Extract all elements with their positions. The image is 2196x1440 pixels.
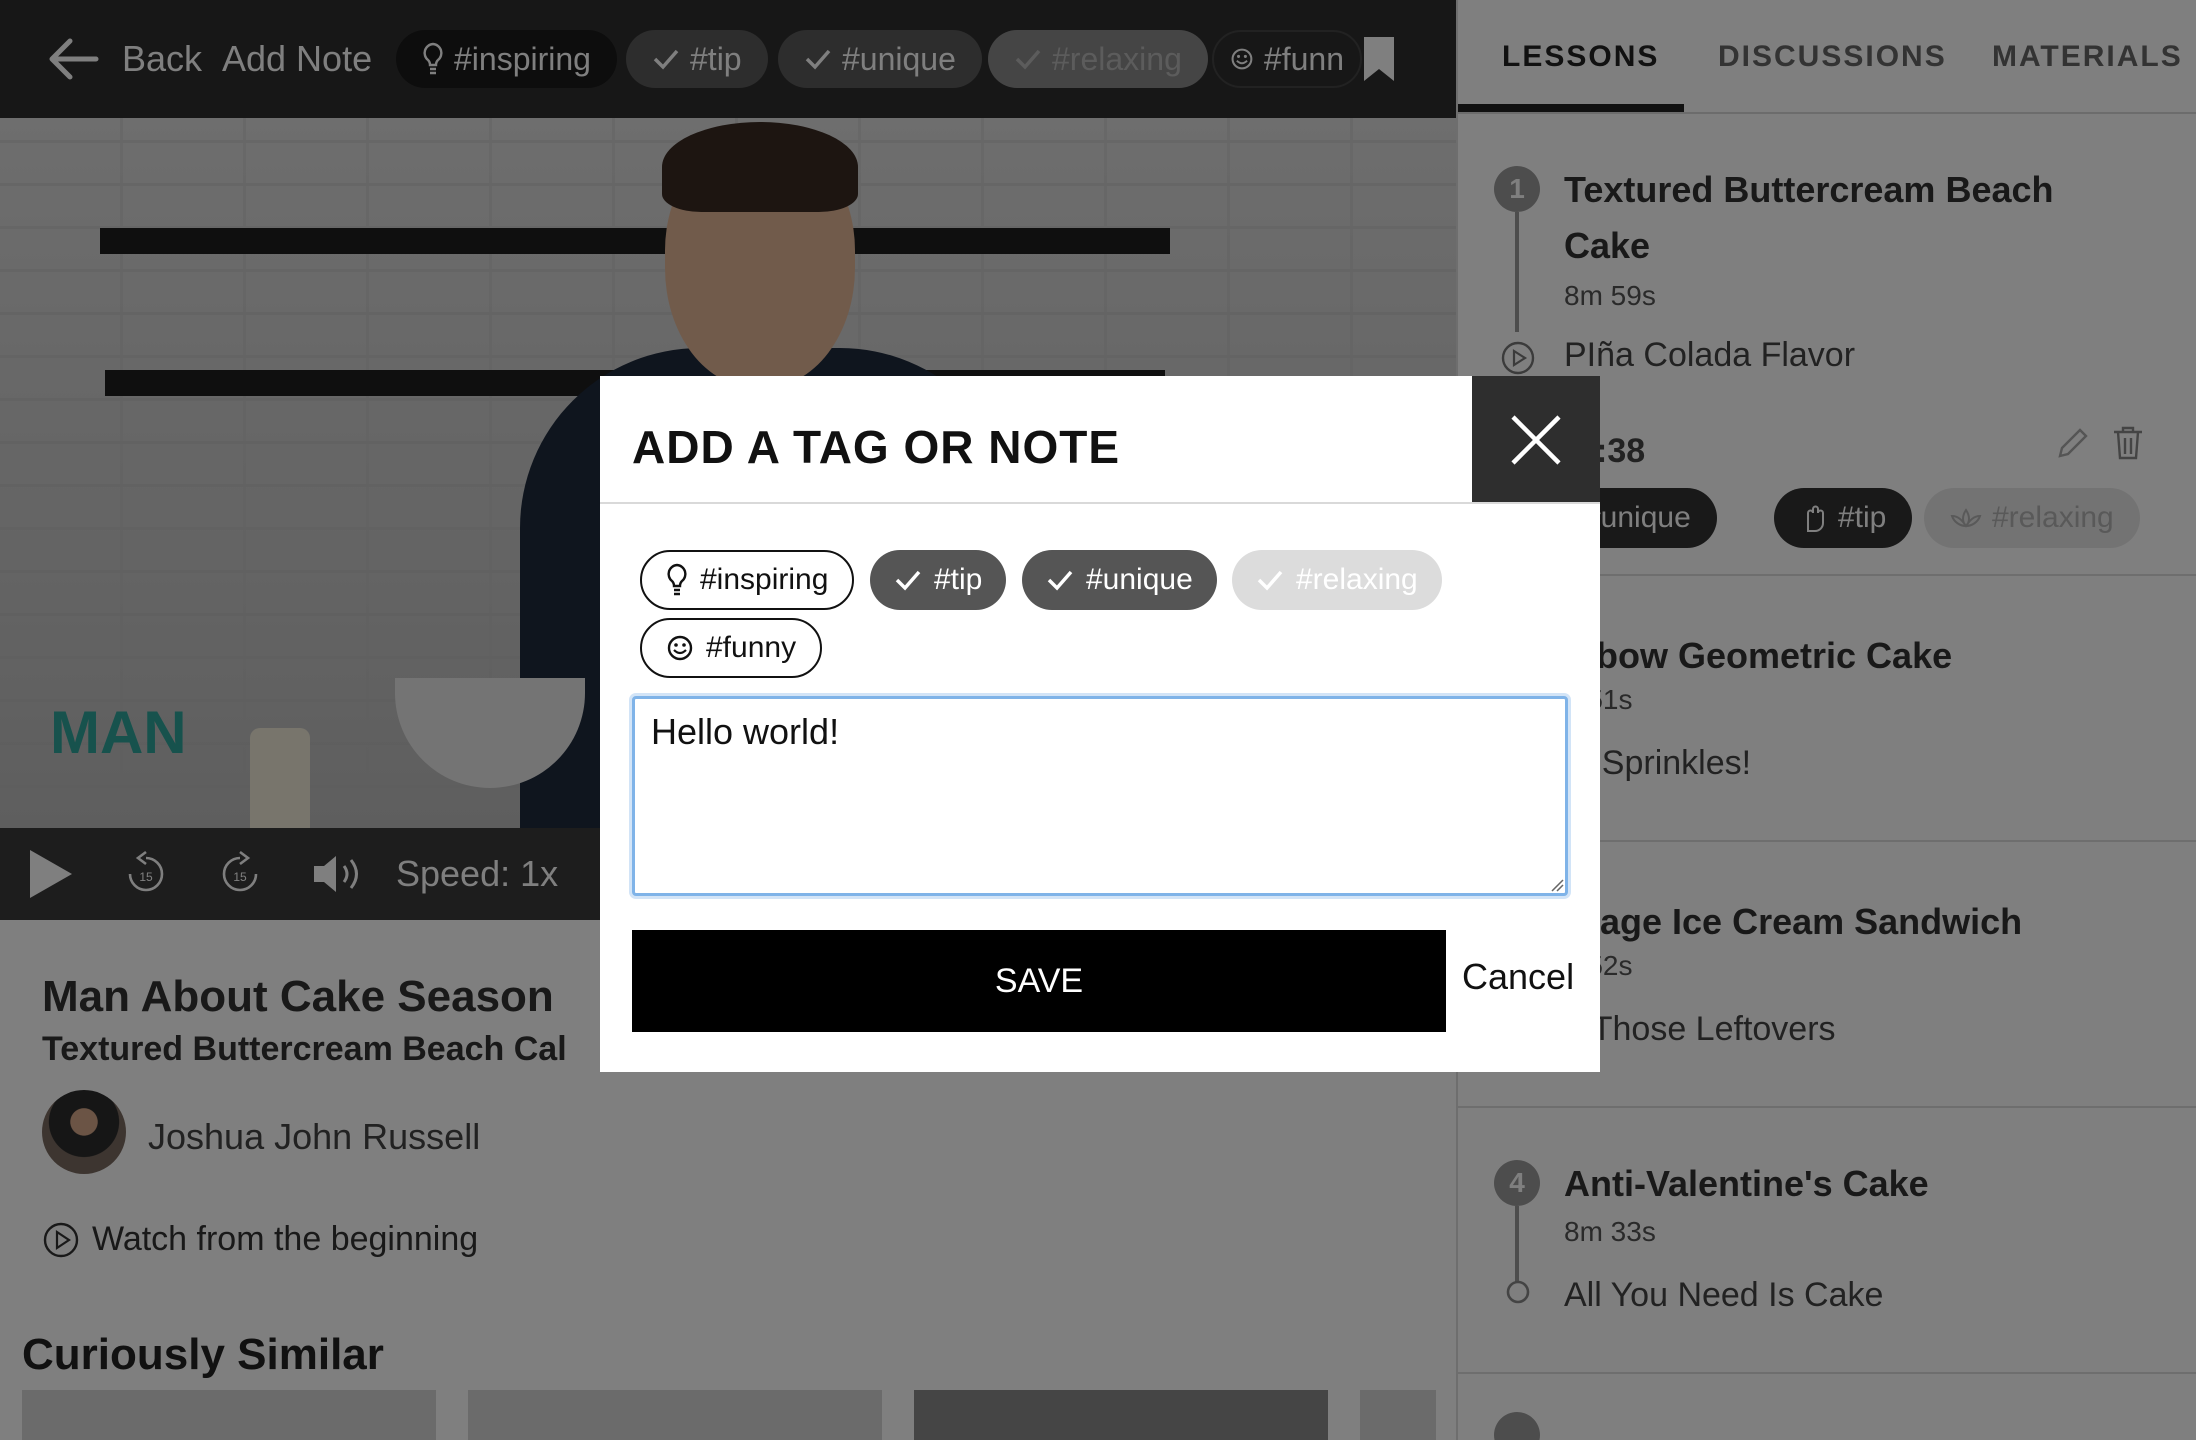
- tag-tip[interactable]: #tip: [870, 550, 1007, 610]
- check-icon: [895, 570, 921, 591]
- lightbulb-icon: [667, 563, 687, 596]
- tag-label: #funny: [706, 631, 797, 664]
- resize-handle-icon[interactable]: [1550, 878, 1564, 892]
- tag-label: #unique: [1086, 563, 1193, 596]
- close-button[interactable]: [1472, 376, 1600, 504]
- save-button[interactable]: SAVE: [632, 930, 1446, 1032]
- tag-relaxing[interactable]: #relaxing: [1232, 550, 1442, 610]
- tag-label: #relaxing: [1296, 563, 1418, 596]
- modal-divider: [600, 502, 1600, 504]
- tag-funny[interactable]: #funny: [640, 618, 823, 678]
- add-tag-note-modal: ADD A TAG OR NOTE #inspiring #tip #uniqu…: [600, 376, 1600, 1072]
- note-textarea[interactable]: Hello world!: [632, 696, 1568, 896]
- check-icon: [1047, 570, 1073, 591]
- modal-title: ADD A TAG OR NOTE: [632, 421, 1121, 473]
- tag-label: #inspiring: [700, 563, 829, 596]
- tag-label: #tip: [934, 563, 983, 596]
- cancel-button[interactable]: Cancel: [1462, 956, 1574, 998]
- smiley-icon: [667, 635, 693, 661]
- check-icon: [1257, 570, 1283, 591]
- tag-inspiring[interactable]: #inspiring: [640, 550, 855, 610]
- close-icon: [1511, 415, 1561, 465]
- tag-unique[interactable]: #unique: [1022, 550, 1217, 610]
